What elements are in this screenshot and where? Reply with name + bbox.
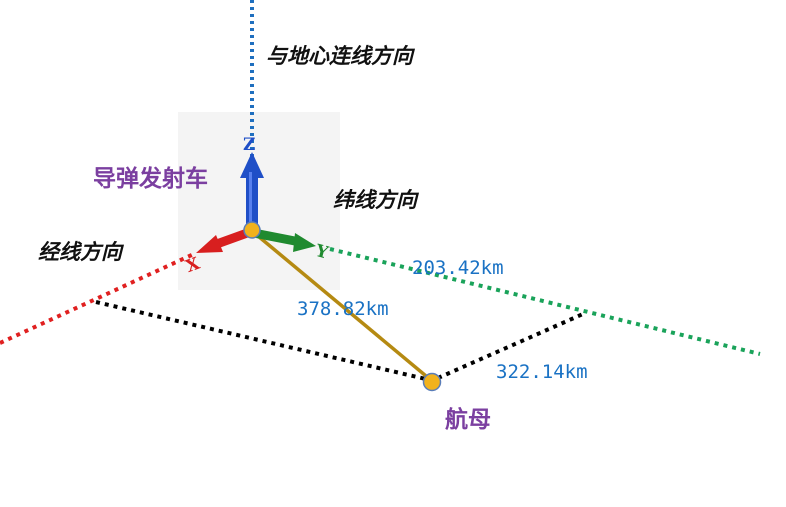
vertical-direction-label: 与地心连线方向 xyxy=(266,44,416,68)
distance-direct: 378.82km xyxy=(297,298,389,320)
diagram-canvas: Z X Y 与地心连线方向 纬线方向 经线方向 导弹发射车 航母 203.42k… xyxy=(0,0,761,433)
distance-along-latitude: 203.42km xyxy=(412,257,504,279)
gizmo-background xyxy=(178,112,340,290)
carrier-label: 航母 xyxy=(445,406,491,433)
launcher-node xyxy=(243,221,261,239)
longitude-direction-line xyxy=(0,251,197,345)
z-axis-label: Z xyxy=(243,135,255,155)
latitude-direction-line xyxy=(329,247,761,356)
launcher-label: 导弹发射车 xyxy=(93,165,208,192)
carrier-node xyxy=(422,372,442,392)
distance-along-longitude: 322.14km xyxy=(496,361,588,383)
latitude-direction-label: 纬线方向 xyxy=(333,188,420,212)
longitude-direction-label: 经线方向 xyxy=(38,240,125,264)
